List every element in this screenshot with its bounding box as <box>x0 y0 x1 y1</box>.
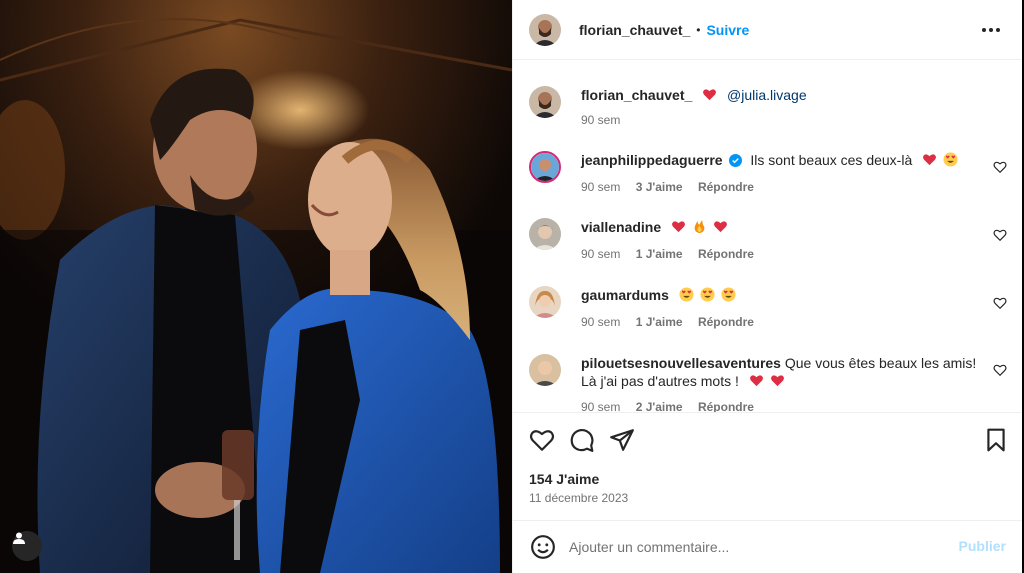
separator-dot: • <box>696 22 701 37</box>
caption-username[interactable]: florian_chauvet_ <box>581 87 692 103</box>
publish-button[interactable]: Publier <box>959 538 1006 554</box>
comment-meta: 90 sem 3 J'aime Répondre <box>581 180 766 194</box>
comment-likes[interactable]: 1 J'aime <box>636 247 683 261</box>
post-actions: 154 J'aime 11 décembre 2023 <box>513 412 1022 520</box>
comment-meta: 90 sem 1 J'aime Répondre <box>581 315 766 329</box>
heart-eyes-emoji-icon <box>679 287 694 302</box>
comment-time: 90 sem <box>581 400 621 412</box>
comment-avatar[interactable] <box>529 286 561 318</box>
comment-avatar[interactable] <box>529 151 561 183</box>
comment-composer: Publier <box>513 520 1022 573</box>
comment-body: viallenadine <box>581 218 986 236</box>
post-header: florian_chauvet_ • Suivre <box>513 0 1022 60</box>
couple-photo <box>0 0 512 573</box>
user-icon <box>13 532 25 544</box>
heart-emoji-icon <box>770 375 784 387</box>
heart-emoji-icon <box>703 89 717 101</box>
comment-icon[interactable] <box>569 427 595 453</box>
comment-meta: 90 sem 1 J'aime Répondre <box>581 247 766 261</box>
comment-body: pilouetsesnouvellesaventures Que vous êt… <box>581 354 986 390</box>
reply-button[interactable]: Répondre <box>698 400 754 412</box>
comment-time: 90 sem <box>581 247 621 261</box>
share-icon[interactable] <box>609 427 635 453</box>
bookmark-icon[interactable] <box>983 427 1009 453</box>
caption-meta: 90 sem <box>581 113 632 127</box>
heart-outline-icon[interactable] <box>993 296 1007 310</box>
comment-username[interactable]: gaumardums <box>581 287 669 303</box>
comment-avatar[interactable] <box>529 354 561 386</box>
comment-username[interactable]: jeanphilippedaguerre <box>581 152 723 168</box>
heart-eyes-emoji-icon <box>700 287 715 302</box>
heart-emoji-icon <box>923 154 937 166</box>
post-sidebar: florian_chauvet_ • Suivre florian_chauve… <box>512 0 1022 573</box>
verified-badge-icon <box>729 154 743 167</box>
follow-button[interactable]: Suivre <box>706 22 749 38</box>
caption-avatar[interactable] <box>529 86 561 118</box>
reply-button[interactable]: Répondre <box>698 247 754 261</box>
comment-time: 90 sem <box>581 180 621 194</box>
tagged-people-button[interactable] <box>12 531 42 561</box>
heart-emoji-icon <box>749 375 763 387</box>
heart-eyes-emoji-icon <box>721 287 736 302</box>
fire-emoji-icon <box>694 219 705 234</box>
comment-meta: 90 sem 2 J'aime Répondre <box>581 400 766 412</box>
heart-outline-icon[interactable] <box>993 160 1007 174</box>
comment-input[interactable] <box>569 535 939 559</box>
author-username[interactable]: florian_chauvet_ <box>579 22 690 38</box>
caption-mention[interactable]: @julia.livage <box>727 87 807 103</box>
post-date: 11 décembre 2023 <box>529 491 629 505</box>
comment-text: Ils sont beaux ces deux-là <box>750 152 913 168</box>
heart-outline-icon[interactable] <box>993 228 1007 242</box>
heart-icon[interactable] <box>529 427 555 453</box>
reply-button[interactable]: Répondre <box>698 315 754 329</box>
heart-emoji-icon <box>672 221 686 233</box>
comment-avatar[interactable] <box>529 218 561 250</box>
comments-list[interactable]: florian_chauvet_ @julia.livage 90 sem je… <box>513 60 1022 412</box>
comment-likes[interactable]: 1 J'aime <box>636 315 683 329</box>
heart-outline-icon[interactable] <box>993 363 1007 377</box>
emoji-icon[interactable] <box>530 534 556 560</box>
heart-emoji-icon <box>713 221 727 233</box>
comment-likes[interactable]: 3 J'aime <box>636 180 683 194</box>
more-options-icon[interactable] <box>982 22 1002 38</box>
reply-button[interactable]: Répondre <box>698 180 754 194</box>
comment-time: 90 sem <box>581 315 621 329</box>
comment-username[interactable]: viallenadine <box>581 219 661 235</box>
author-avatar[interactable] <box>529 13 561 46</box>
post-photo <box>0 0 512 573</box>
caption-time: 90 sem <box>581 113 621 127</box>
likes-count[interactable]: 154 J'aime <box>529 471 599 487</box>
heart-eyes-emoji-icon <box>943 152 958 167</box>
comment-body: jeanphilippedaguerre Ils sont beaux ces … <box>581 151 986 169</box>
comment-likes[interactable]: 2 J'aime <box>636 400 683 412</box>
caption-text: florian_chauvet_ @julia.livage <box>581 86 986 104</box>
comment-body: gaumardums <box>581 286 986 304</box>
comment-username[interactable]: pilouetsesnouvellesaventures <box>581 355 781 371</box>
